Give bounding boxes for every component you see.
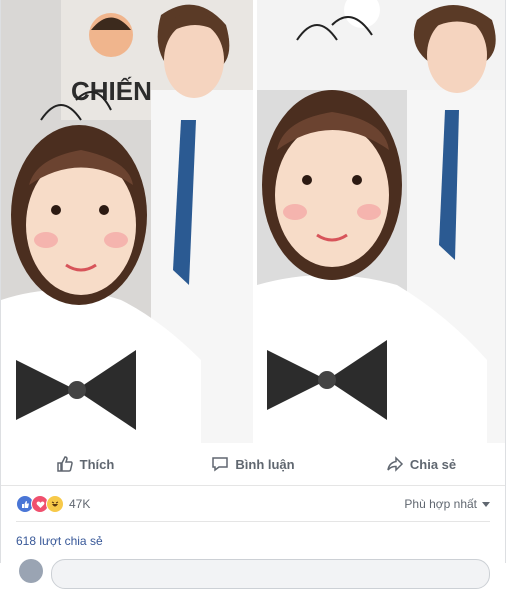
divider (16, 521, 490, 522)
reaction-stats: 47K Phù hợp nhất (1, 486, 505, 520)
share-label: Chia sẻ (409, 456, 457, 472)
share-button[interactable]: Chia sẻ (337, 443, 505, 485)
comment-composer (1, 556, 505, 589)
comment-sort-dropdown[interactable]: Phù hợp nhất (404, 497, 490, 511)
reaction-summary[interactable]: 47K (16, 495, 90, 513)
like-button[interactable]: Thích (1, 443, 169, 485)
comment-input[interactable] (51, 559, 490, 589)
share-icon (386, 455, 404, 473)
facebook-post: CHIẾN Thích Bình luận Chia sẻ 47K Phù hợ… (0, 0, 506, 589)
action-bar: Thích Bình luận Chia sẻ (1, 443, 505, 486)
haha-icon (46, 495, 64, 513)
right-photo[interactable] (257, 0, 505, 443)
photo-grid: CHIẾN (1, 0, 505, 443)
left-photo[interactable]: CHIẾN (1, 0, 253, 443)
banner-text: CHIẾN (71, 76, 152, 106)
reaction-count: 47K (69, 497, 91, 511)
sort-label: Phù hợp nhất (404, 497, 477, 511)
comment-label: Bình luận (235, 456, 295, 472)
comment-button[interactable]: Bình luận (169, 443, 337, 485)
chevron-down-icon (482, 501, 490, 507)
comment-icon (211, 455, 229, 473)
share-count-link[interactable]: 618 lượt chia sẻ (16, 534, 103, 548)
like-icon (56, 455, 74, 473)
like-label: Thích (79, 456, 115, 472)
